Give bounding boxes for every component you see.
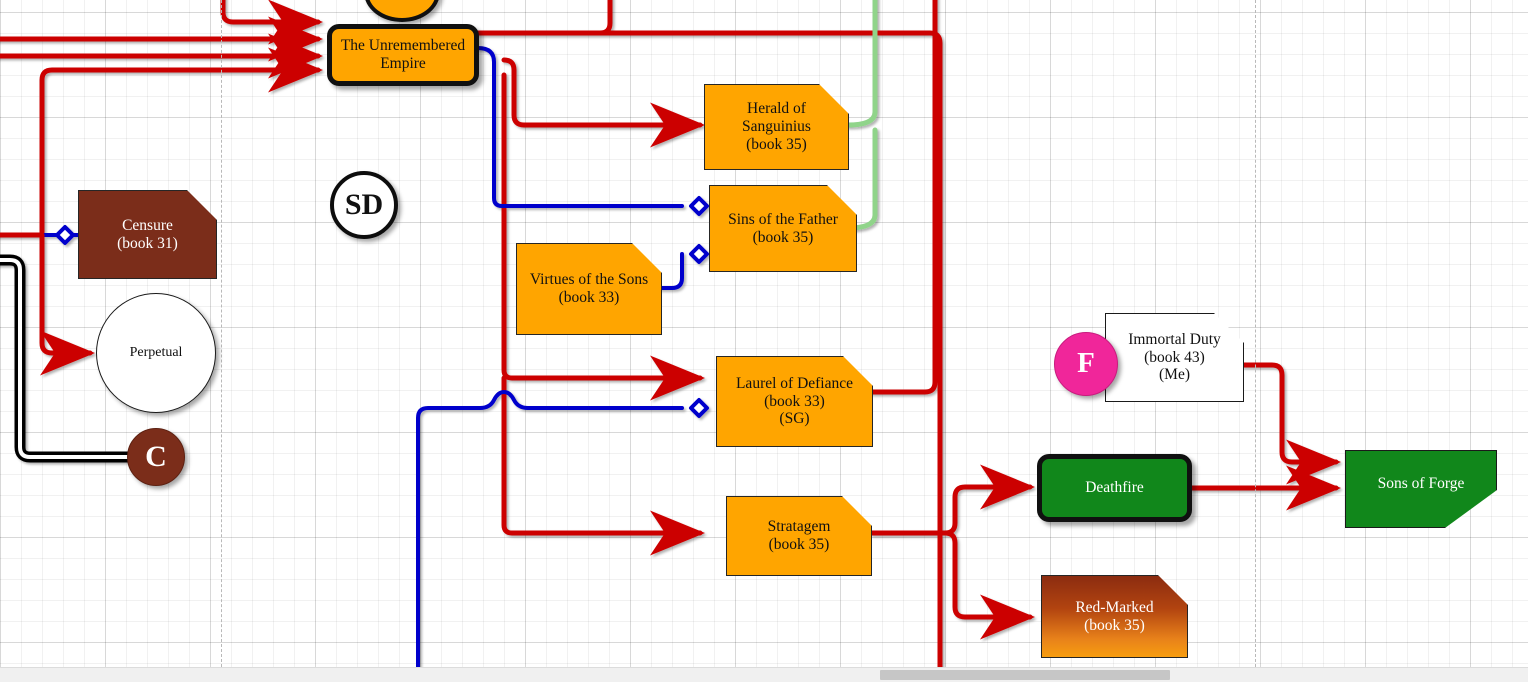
node-label: Sons of Forge [1377,475,1465,493]
node-c[interactable]: C [127,428,185,486]
node-label: SD [344,187,384,221]
node-f[interactable]: F [1054,332,1118,396]
node-label: Immortal Duty (book 43) (Me) [1128,330,1221,384]
node-label: Sins of the Father (book 35) [728,210,838,246]
node-immortal-duty[interactable]: Immortal Duty (book 43) (Me) [1105,313,1244,402]
diagram-canvas[interactable]: The Unremembered Empire SD Censure (book… [0,0,1528,682]
node-label: Virtues of the Sons (book 33) [529,271,649,306]
page-break-line [1255,0,1256,682]
node-label: Laurel of Defiance (book 33) (SG) [735,374,854,428]
node-label: Stratagem (book 35) [767,518,831,553]
horizontal-scrollbar[interactable] [0,667,1528,682]
node-label: F [1077,347,1095,380]
node-stratagem[interactable]: Stratagem (book 35) [726,496,872,576]
node-herald-of-sanguinius[interactable]: Herald of Sanguinius (book 35) [704,84,849,170]
node-laurel-of-defiance[interactable]: Laurel of Defiance (book 33) (SG) [716,356,873,447]
node-label: Perpetual [129,344,183,360]
page-break-line [221,0,222,682]
node-sins-of-the-father[interactable]: Sins of the Father (book 35) [709,185,857,272]
node-perpetual[interactable]: Perpetual [96,293,216,413]
node-sd[interactable]: SD [330,171,398,239]
node-label: The Unremembered Empire [340,37,466,72]
node-label: Herald of Sanguinius (book 35) [742,100,811,153]
node-censure[interactable]: Censure (book 31) [78,190,217,279]
node-label: Red-Marked (book 35) [1075,598,1154,634]
node-unremembered-empire[interactable]: The Unremembered Empire [327,24,479,86]
node-label: C [145,439,167,473]
node-label: Deathfire [1085,479,1144,497]
node-virtues-of-the-sons[interactable]: Virtues of the Sons (book 33) [516,243,662,335]
node-deathfire[interactable]: Deathfire [1037,454,1192,522]
node-red-marked[interactable]: Red-Marked (book 35) [1041,575,1188,658]
node-label: Censure (book 31) [117,216,178,252]
horizontal-scrollbar-thumb[interactable] [880,670,1170,680]
